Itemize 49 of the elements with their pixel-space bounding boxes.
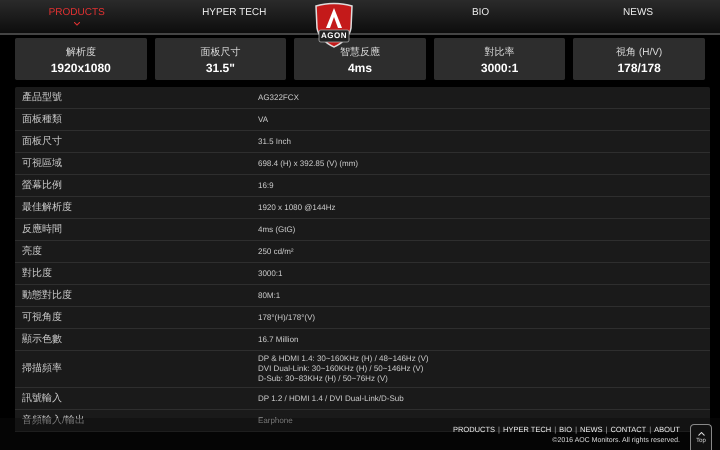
spec-value: 698.4 (H) x 392.85 (V) (mm) <box>258 158 358 168</box>
spec-value: 16:9 <box>258 180 274 190</box>
card-value: 3000:1 <box>480 61 518 75</box>
card-value: 1920x1080 <box>50 61 111 75</box>
spec-value: DP & HDMI 1.4: 30~160KHz (H) / 48~146Hz (V) <box>258 354 429 364</box>
spec-value: 1920 x 1080 @144Hz <box>258 202 336 212</box>
card-value: 4ms <box>348 61 372 75</box>
spec-value: 178°(H)/178°(V) <box>258 312 316 322</box>
nav-tab[interactable]: NEWS <box>619 4 658 28</box>
spec-label: 掃描頻率 <box>21 363 63 375</box>
spec-label: 顯示色數 <box>21 334 63 346</box>
nav-tab[interactable]: HYPER TECH <box>198 4 270 28</box>
spec-label: 可視區域 <box>21 158 63 170</box>
spec-value: 80M:1 <box>258 290 280 300</box>
chevron-up-icon <box>698 432 704 436</box>
spec-value: DVI Dual-Link: 30~160KHz (H) / 50~146Hz (V) <box>258 364 424 374</box>
spec-label: 最佳解析度 <box>21 202 73 214</box>
logo[interactable]: AGON <box>313 2 355 48</box>
spec-value: 16.7 Million <box>258 334 298 344</box>
spec-label: 螢幕比例 <box>21 180 63 192</box>
spec-value: 31.5 Inch <box>258 136 291 146</box>
spec-value: Earphone <box>258 416 293 426</box>
nav-tab[interactable]: BIO <box>468 4 494 28</box>
spec-label: 產品型號 <box>21 92 63 104</box>
spec-label: 對比度 <box>21 268 53 280</box>
spec-label: 亮度 <box>21 246 43 258</box>
spec-value: AG322FCX <box>258 92 299 102</box>
spec-label: 可視角度 <box>21 312 63 324</box>
card-label: 對比率 <box>484 46 515 59</box>
spec-label: 面板種類 <box>21 114 63 126</box>
spec-label: 反應時間 <box>21 224 63 236</box>
caret-icon <box>74 22 80 26</box>
spec-value: 3000:1 <box>258 268 282 278</box>
card-label: 面板尺寸 <box>200 46 240 59</box>
spec-value: 4ms (GtG) <box>258 224 296 234</box>
spec-label: 動態對比度 <box>21 290 73 302</box>
spec-value: VA <box>258 114 268 124</box>
card-value: 178/178 <box>617 61 661 75</box>
card-label: 智慧反應 <box>340 46 380 59</box>
card-value: 31.5" <box>206 61 235 75</box>
card-label: 解析度 <box>66 46 96 59</box>
spec-value: 250 cd/m² <box>258 246 294 256</box>
nav-tab[interactable]: PRODUCTS <box>44 4 109 28</box>
card-label: 視角 (H/V) <box>616 46 662 59</box>
spec-value: D-Sub: 30~83KHz (H) / 50~76Hz (V) <box>258 374 389 384</box>
spec-value: DP 1.2 / HDMI 1.4 / DVI Dual-Link/D-Sub <box>258 394 404 404</box>
spec-label: 面板尺寸 <box>21 136 63 148</box>
spec-label: 訊號輸入 <box>21 392 63 404</box>
spec-label: 音頻輸入/輸出 <box>21 414 86 426</box>
